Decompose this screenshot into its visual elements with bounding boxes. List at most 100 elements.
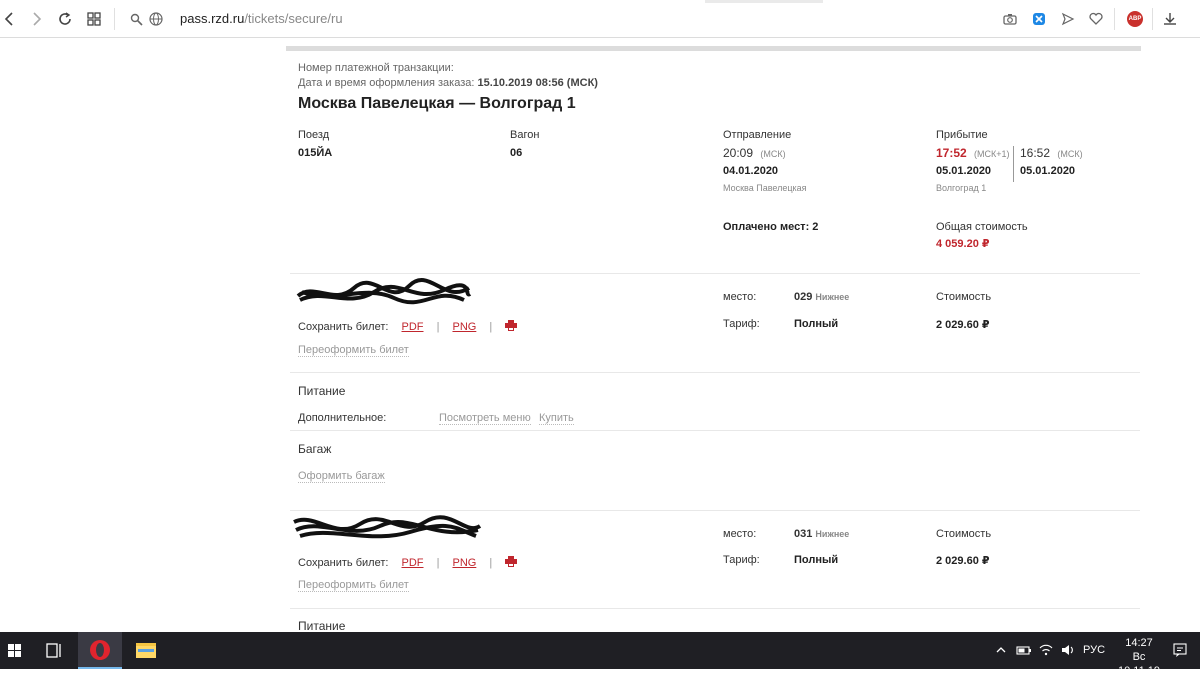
ticket2-png-link[interactable]: PNG: [452, 557, 476, 569]
ticket1-sep2: |: [489, 321, 493, 333]
ticket1-sep1: |: [436, 321, 440, 333]
ticket1-pdf-link[interactable]: PDF: [402, 321, 424, 333]
order-date-label: Дата и время оформления заказа:: [298, 77, 475, 89]
total-value: 4 059.20 ₽: [936, 238, 990, 250]
ticket1-save-label: Сохранить билет:: [298, 321, 389, 333]
ticket1-seat-number: 029: [794, 291, 813, 303]
battery-icon[interactable]: [1016, 643, 1032, 660]
arrival-divider: [1013, 146, 1014, 182]
windows-start-icon[interactable]: [0, 632, 30, 669]
ticket2-tariff-value: Полный: [794, 554, 839, 566]
task-view-icon[interactable]: [38, 632, 70, 669]
arrival-date-local: 05.01.2020: [936, 165, 992, 177]
ticket2-print-icon[interactable]: [505, 556, 518, 567]
arrival-time-local-value: 17:52: [936, 146, 967, 160]
ticket1-seat-label: место:: [723, 291, 757, 303]
food-extra-label: Дополнительное:: [298, 412, 387, 424]
progress-bar: [286, 46, 1141, 51]
send-icon[interactable]: [1058, 9, 1078, 29]
arrival-tz-msk: (МСК): [1057, 149, 1083, 159]
opera-taskbar-icon[interactable]: [78, 632, 122, 669]
divider: [290, 608, 1140, 609]
ticket2-seat: 031 Нижнее: [794, 528, 849, 540]
food-menu-link[interactable]: Посмотреть меню: [439, 412, 531, 425]
back-icon[interactable]: [0, 9, 20, 29]
download-icon[interactable]: [1160, 9, 1180, 29]
reload-icon[interactable]: [55, 9, 75, 29]
arrival-time-local: 17:52 (МСК+1): [936, 146, 1010, 160]
arrival-tz-local: (МСК+1): [974, 149, 1010, 159]
order-date-value: 15.10.2019 08:56 (МСК): [477, 77, 598, 89]
toolbar-divider: [1114, 8, 1115, 30]
ticket2-seat-number: 031: [794, 528, 813, 540]
ticket1-png-link[interactable]: PNG: [452, 321, 476, 333]
ticket2-save-row: Сохранить билет: PDF | PNG |: [298, 556, 518, 569]
departure-tz: (МСК): [760, 149, 786, 159]
taskbar: РУС 14:27 Вс 10.11.19: [0, 632, 1200, 677]
departure-station: Москва Павелецкая: [723, 183, 807, 193]
active-tab-indicator: [705, 0, 823, 3]
arrival-time-msk: 16:52 (МСК): [1020, 146, 1083, 160]
train-label: Поезд: [298, 129, 330, 141]
divider: [290, 372, 1140, 373]
ticket1-print-icon[interactable]: [505, 320, 518, 331]
ticket2-price-value: 2 029.60 ₽: [936, 555, 990, 567]
divider: [290, 430, 1140, 431]
baggage-title: Багаж: [298, 442, 332, 456]
arrival-label: Прибытие: [936, 129, 988, 141]
clock[interactable]: 14:27 Вс 10.11.19: [1116, 636, 1162, 678]
ticket1-seat-type: Нижнее: [815, 292, 850, 302]
forward-icon[interactable]: [26, 9, 46, 29]
globe-icon[interactable]: [146, 9, 166, 29]
toolbar-divider: [114, 8, 115, 30]
ticket2-tariff-label: Тариф:: [723, 554, 760, 566]
tray-chevron-up-icon[interactable]: [994, 643, 1008, 660]
departure-time: 20:09 (МСК): [723, 146, 786, 160]
clock-date: Вс 10.11.19: [1117, 651, 1160, 677]
notifications-icon[interactable]: [1172, 642, 1188, 661]
departure-date: 04.01.2020: [723, 165, 779, 177]
car-label: Вагон: [510, 129, 540, 141]
ticket2-sep2: |: [489, 557, 493, 569]
ticket-page: Номер платежной транзакции: Дата и время…: [0, 39, 1200, 632]
ticket1-price-label: Стоимость: [936, 291, 992, 303]
adblock-icon[interactable]: ABP: [1127, 11, 1143, 27]
wifi-icon[interactable]: [1038, 643, 1054, 660]
toolbar-divider: [1152, 8, 1153, 30]
ticket2-price-label: Стоимость: [936, 528, 992, 540]
camera-icon[interactable]: [1000, 9, 1020, 29]
order-date: Дата и время оформления заказа: 15.10.20…: [298, 77, 598, 89]
heart-icon[interactable]: [1086, 9, 1106, 29]
volume-icon[interactable]: [1060, 643, 1076, 660]
ticket2-pdf-link[interactable]: PDF: [402, 557, 424, 569]
train-number: 015ЙА: [298, 147, 333, 159]
baggage-link[interactable]: Оформить багаж: [298, 470, 385, 483]
arrival-time-msk-value: 16:52: [1020, 146, 1051, 160]
key-icon[interactable]: [127, 9, 147, 29]
food-buy-link[interactable]: Купить: [539, 412, 574, 425]
address-bar[interactable]: pass.rzd.ru/tickets/secure/ru: [180, 11, 343, 26]
ticket1-price-value: 2 029.60 ₽: [936, 319, 990, 331]
keyboard-language[interactable]: РУС: [1083, 644, 1105, 656]
shield-icon[interactable]: [1029, 9, 1049, 29]
url-domain: pass.rzd.ru: [180, 11, 245, 26]
redacted-passenger-name: [293, 515, 482, 539]
ticket2-save-label: Сохранить билет:: [298, 557, 389, 569]
ticket2-sep1: |: [436, 557, 440, 569]
car-number: 06: [510, 147, 523, 159]
arrival-station: Волгоград 1: [936, 183, 987, 193]
ticket1-reissue-link[interactable]: Переоформить билет: [298, 344, 409, 357]
departure-label: Отправление: [723, 129, 792, 141]
ticket1-save-row: Сохранить билет: PDF | PNG |: [298, 320, 518, 333]
transaction-label: Номер платежной транзакции:: [298, 62, 454, 74]
total-label: Общая стоимость: [936, 221, 1028, 233]
ticket2-seat-type: Нижнее: [815, 529, 850, 539]
route-title: Москва Павелецкая — Волгоград 1: [298, 95, 576, 112]
divider: [290, 273, 1140, 274]
file-explorer-icon[interactable]: [124, 632, 168, 669]
clock-time: 14:27: [1125, 637, 1153, 649]
arrival-date-msk: 05.01.2020: [1020, 165, 1076, 177]
speed-dial-icon[interactable]: [84, 9, 104, 29]
ticket2-reissue-link[interactable]: Переоформить билет: [298, 579, 409, 592]
departure-time-value: 20:09: [723, 146, 754, 160]
